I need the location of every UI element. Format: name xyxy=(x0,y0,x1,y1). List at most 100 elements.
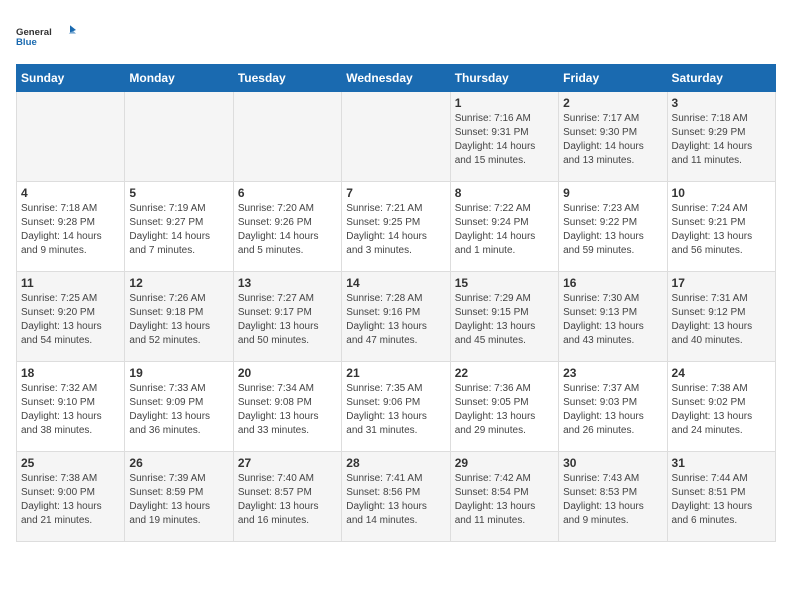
day-number: 18 xyxy=(21,366,120,380)
day-header-tuesday: Tuesday xyxy=(233,65,341,92)
day-number: 2 xyxy=(563,96,662,110)
day-info: Sunrise: 7:44 AM Sunset: 8:51 PM Dayligh… xyxy=(672,472,771,528)
day-info: Sunrise: 7:40 AM Sunset: 8:57 PM Dayligh… xyxy=(238,472,337,528)
week-row-1: 1 Sunrise: 7:16 AM Sunset: 9:31 PM Daylig… xyxy=(17,92,776,182)
day-cell-27: 27 Sunrise: 7:40 AM Sunset: 8:57 PM Dayli… xyxy=(233,452,341,542)
day-cell-20: 20 Sunrise: 7:34 AM Sunset: 9:08 PM Dayli… xyxy=(233,362,341,452)
day-header-thursday: Thursday xyxy=(450,65,558,92)
day-cell-5: 5 Sunrise: 7:19 AM Sunset: 9:27 PM Daylig… xyxy=(125,182,233,272)
day-cell-26: 26 Sunrise: 7:39 AM Sunset: 8:59 PM Dayli… xyxy=(125,452,233,542)
day-number: 31 xyxy=(672,456,771,470)
day-cell-16: 16 Sunrise: 7:30 AM Sunset: 9:13 PM Dayli… xyxy=(559,272,667,362)
day-cell-4: 4 Sunrise: 7:18 AM Sunset: 9:28 PM Daylig… xyxy=(17,182,125,272)
week-row-3: 11Sunrise: 7:25 AM Sunset: 9:20 PM Dayli… xyxy=(17,272,776,362)
day-cell-13: 13 Sunrise: 7:27 AM Sunset: 9:17 PM Dayli… xyxy=(233,272,341,362)
day-cell-1: 1 Sunrise: 7:16 AM Sunset: 9:31 PM Daylig… xyxy=(450,92,558,182)
day-info: Sunrise: 7:33 AM Sunset: 9:09 PM Dayligh… xyxy=(129,382,228,438)
day-info: Sunrise: 7:19 AM Sunset: 9:27 PM Dayligh… xyxy=(129,202,228,258)
day-number: 30 xyxy=(563,456,662,470)
empty-cell xyxy=(125,92,233,182)
day-cell-11: 11Sunrise: 7:25 AM Sunset: 9:20 PM Dayli… xyxy=(17,272,125,362)
day-number: 7 xyxy=(346,186,445,200)
day-number: 13 xyxy=(238,276,337,290)
day-info: Sunrise: 7:17 AM Sunset: 9:30 PM Dayligh… xyxy=(563,112,662,168)
day-info: Sunrise: 7:29 AM Sunset: 9:15 PM Dayligh… xyxy=(455,292,554,348)
day-cell-3: 3 Sunrise: 7:18 AM Sunset: 9:29 PM Daylig… xyxy=(667,92,775,182)
day-cell-10: 10 Sunrise: 7:24 AM Sunset: 9:21 PM Dayli… xyxy=(667,182,775,272)
day-number: 3 xyxy=(672,96,771,110)
week-row-5: 25 Sunrise: 7:38 AM Sunset: 9:00 PM Dayli… xyxy=(17,452,776,542)
day-info: Sunrise: 7:27 AM Sunset: 9:17 PM Dayligh… xyxy=(238,292,337,348)
day-number: 25 xyxy=(21,456,120,470)
day-cell-9: 9Sunrise: 7:23 AM Sunset: 9:22 PM Daylig… xyxy=(559,182,667,272)
week-row-4: 18 Sunrise: 7:32 AM Sunset: 9:10 PM Dayli… xyxy=(17,362,776,452)
day-cell-22: 22 Sunrise: 7:36 AM Sunset: 9:05 PM Dayli… xyxy=(450,362,558,452)
day-number: 28 xyxy=(346,456,445,470)
day-number: 29 xyxy=(455,456,554,470)
day-number: 17 xyxy=(672,276,771,290)
day-info: Sunrise: 7:37 AM Sunset: 9:03 PM Dayligh… xyxy=(563,382,662,438)
day-cell-7: 7 Sunrise: 7:21 AM Sunset: 9:25 PM Daylig… xyxy=(342,182,450,272)
day-cell-23: 23 Sunrise: 7:37 AM Sunset: 9:03 PM Dayli… xyxy=(559,362,667,452)
day-cell-28: 28 Sunrise: 7:41 AM Sunset: 8:56 PM Dayli… xyxy=(342,452,450,542)
day-number: 20 xyxy=(238,366,337,380)
day-info: Sunrise: 7:39 AM Sunset: 8:59 PM Dayligh… xyxy=(129,472,228,528)
day-number: 23 xyxy=(563,366,662,380)
day-number: 12 xyxy=(129,276,228,290)
day-number: 16 xyxy=(563,276,662,290)
day-info: Sunrise: 7:18 AM Sunset: 9:29 PM Dayligh… xyxy=(672,112,771,168)
day-number: 5 xyxy=(129,186,228,200)
day-cell-29: 29 Sunrise: 7:42 AM Sunset: 8:54 PM Dayli… xyxy=(450,452,558,542)
page-header: General Blue xyxy=(16,16,776,56)
day-info: Sunrise: 7:38 AM Sunset: 9:00 PM Dayligh… xyxy=(21,472,120,528)
day-info: Sunrise: 7:18 AM Sunset: 9:28 PM Dayligh… xyxy=(21,202,120,258)
day-header-wednesday: Wednesday xyxy=(342,65,450,92)
days-header-row: SundayMondayTuesdayWednesdayThursdayFrid… xyxy=(17,65,776,92)
day-info: Sunrise: 7:28 AM Sunset: 9:16 PM Dayligh… xyxy=(346,292,445,348)
svg-text:General: General xyxy=(16,27,52,38)
day-number: 21 xyxy=(346,366,445,380)
day-info: Sunrise: 7:16 AM Sunset: 9:31 PM Dayligh… xyxy=(455,112,554,168)
day-cell-8: 8 Sunrise: 7:22 AM Sunset: 9:24 PM Daylig… xyxy=(450,182,558,272)
day-number: 4 xyxy=(21,186,120,200)
day-info: Sunrise: 7:35 AM Sunset: 9:06 PM Dayligh… xyxy=(346,382,445,438)
day-info: Sunrise: 7:38 AM Sunset: 9:02 PM Dayligh… xyxy=(672,382,771,438)
day-cell-25: 25 Sunrise: 7:38 AM Sunset: 9:00 PM Dayli… xyxy=(17,452,125,542)
day-info: Sunrise: 7:26 AM Sunset: 9:18 PM Dayligh… xyxy=(129,292,228,348)
day-info: Sunrise: 7:42 AM Sunset: 8:54 PM Dayligh… xyxy=(455,472,554,528)
day-cell-18: 18 Sunrise: 7:32 AM Sunset: 9:10 PM Dayli… xyxy=(17,362,125,452)
day-cell-2: 2 Sunrise: 7:17 AM Sunset: 9:30 PM Daylig… xyxy=(559,92,667,182)
day-info: Sunrise: 7:34 AM Sunset: 9:08 PM Dayligh… xyxy=(238,382,337,438)
day-cell-24: 24 Sunrise: 7:38 AM Sunset: 9:02 PM Dayli… xyxy=(667,362,775,452)
empty-cell xyxy=(233,92,341,182)
day-header-monday: Monday xyxy=(125,65,233,92)
day-info: Sunrise: 7:36 AM Sunset: 9:05 PM Dayligh… xyxy=(455,382,554,438)
empty-cell xyxy=(17,92,125,182)
day-number: 26 xyxy=(129,456,228,470)
day-info: Sunrise: 7:21 AM Sunset: 9:25 PM Dayligh… xyxy=(346,202,445,258)
calendar-table: SundayMondayTuesdayWednesdayThursdayFrid… xyxy=(16,64,776,542)
day-number: 1 xyxy=(455,96,554,110)
day-info: Sunrise: 7:32 AM Sunset: 9:10 PM Dayligh… xyxy=(21,382,120,438)
day-cell-21: 21 Sunrise: 7:35 AM Sunset: 9:06 PM Dayli… xyxy=(342,362,450,452)
day-info: Sunrise: 7:43 AM Sunset: 8:53 PM Dayligh… xyxy=(563,472,662,528)
day-number: 24 xyxy=(672,366,771,380)
day-info: Sunrise: 7:30 AM Sunset: 9:13 PM Dayligh… xyxy=(563,292,662,348)
day-number: 10 xyxy=(672,186,771,200)
day-info: Sunrise: 7:41 AM Sunset: 8:56 PM Dayligh… xyxy=(346,472,445,528)
day-number: 27 xyxy=(238,456,337,470)
day-info: Sunrise: 7:25 AM Sunset: 9:20 PM Dayligh… xyxy=(21,292,120,348)
day-info: Sunrise: 7:24 AM Sunset: 9:21 PM Dayligh… xyxy=(672,202,771,258)
day-header-saturday: Saturday xyxy=(667,65,775,92)
svg-text:Blue: Blue xyxy=(16,37,37,48)
day-cell-31: 31 Sunrise: 7:44 AM Sunset: 8:51 PM Dayli… xyxy=(667,452,775,542)
day-info: Sunrise: 7:22 AM Sunset: 9:24 PM Dayligh… xyxy=(455,202,554,258)
day-number: 8 xyxy=(455,186,554,200)
day-info: Sunrise: 7:23 AM Sunset: 9:22 PM Dayligh… xyxy=(563,202,662,258)
day-cell-30: 30 Sunrise: 7:43 AM Sunset: 8:53 PM Dayli… xyxy=(559,452,667,542)
empty-cell xyxy=(342,92,450,182)
day-info: Sunrise: 7:31 AM Sunset: 9:12 PM Dayligh… xyxy=(672,292,771,348)
week-row-2: 4 Sunrise: 7:18 AM Sunset: 9:28 PM Daylig… xyxy=(17,182,776,272)
day-number: 19 xyxy=(129,366,228,380)
day-number: 22 xyxy=(455,366,554,380)
